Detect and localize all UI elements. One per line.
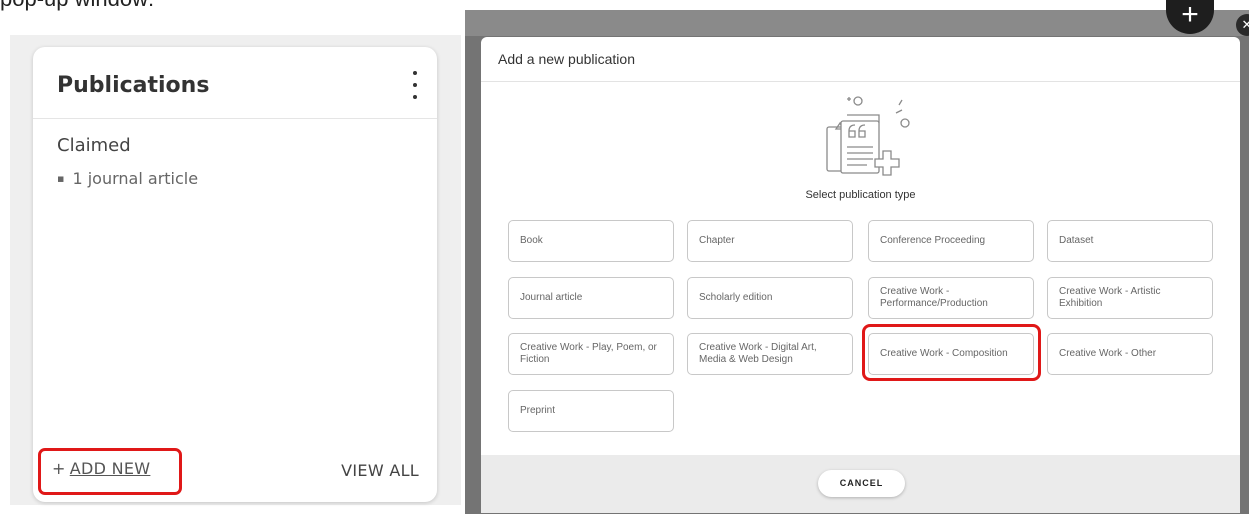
type-digital-art-media-button[interactable]: Creative Work - Digital Art, Media & Web… (687, 333, 853, 375)
select-type-label: Select publication type (805, 189, 916, 201)
view-all-link[interactable]: VIEW ALL (341, 461, 419, 480)
type-book-button[interactable]: Book (508, 220, 674, 262)
type-dataset-button[interactable]: Dataset (1047, 220, 1213, 262)
composition-highlight (862, 324, 1041, 381)
modal-header: Add a new publication (481, 37, 1240, 82)
type-play-poem-fiction-button[interactable]: Creative Work - Play, Poem, or Fiction (508, 333, 674, 375)
claimed-heading: Claimed (57, 135, 131, 156)
publications-card: Publications Claimed 1 journal article +… (33, 47, 437, 502)
modal-footer: CANCEL (481, 455, 1240, 513)
type-preprint-button[interactable]: Preprint (508, 390, 674, 432)
type-performance-production-button[interactable]: Creative Work - Performance/Production (868, 277, 1034, 319)
type-artistic-exhibition-button[interactable]: Creative Work - Artistic Exhibition (1047, 277, 1213, 319)
card-divider (33, 118, 437, 119)
type-journal-article-button[interactable]: Journal article (508, 277, 674, 319)
claimed-item: 1 journal article (57, 169, 198, 188)
cancel-button[interactable]: CANCEL (818, 470, 905, 497)
publication-illustration-icon (826, 96, 910, 176)
add-new-highlight (38, 448, 182, 495)
caption-text: pop-up window: (0, 0, 154, 12)
add-publication-modal: Add a new publication Select publication… (481, 37, 1240, 513)
type-creative-other-button[interactable]: Creative Work - Other (1047, 333, 1213, 375)
type-chapter-button[interactable]: Chapter (687, 220, 853, 262)
type-scholarly-edition-button[interactable]: Scholarly edition (687, 277, 853, 319)
modal-title: Add a new publication (498, 51, 635, 67)
more-options-icon[interactable] (411, 71, 419, 99)
card-title: Publications (57, 73, 210, 98)
type-conference-proceeding-button[interactable]: Conference Proceeding (868, 220, 1034, 262)
dimmed-header-strip (465, 10, 1249, 36)
